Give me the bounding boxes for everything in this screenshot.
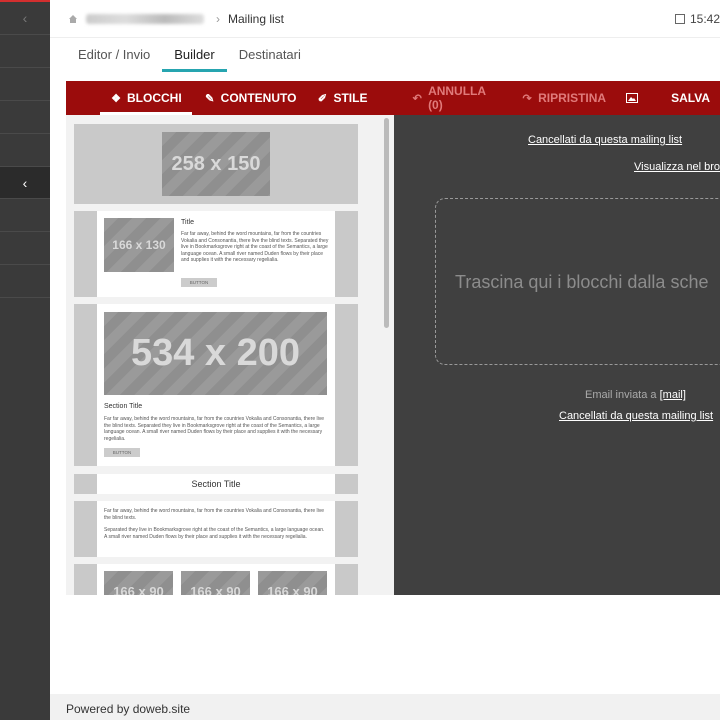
block-image-full[interactable]: 258 x 150 xyxy=(74,124,358,204)
block-text: Far far away, behind the word mountains,… xyxy=(104,416,325,442)
breadcrumb-current: Mailing list xyxy=(228,11,285,26)
drop-zone[interactable]: Trascina qui i blocchi dalla sche xyxy=(435,198,720,365)
sidebar-item-7[interactable] xyxy=(0,232,50,265)
block-inner: 534 x 200 Section Title Far far away, be… xyxy=(97,304,335,466)
tab-editor-invio[interactable]: Editor / Invio xyxy=(66,38,162,72)
salva-label: SALVA xyxy=(671,91,710,105)
blocks-scrollbar[interactable] xyxy=(384,118,389,328)
sidebar-item-1[interactable] xyxy=(0,35,50,68)
sidebar-item-8[interactable] xyxy=(0,265,50,298)
image-icon xyxy=(626,93,639,103)
contenuto-button[interactable]: ✎ CONTENUTO xyxy=(194,81,307,115)
stile-button[interactable]: ✐ STILE xyxy=(306,81,377,115)
breadcrumb: › Mailing list 15:42 xyxy=(50,0,720,38)
chevron-right-icon: › xyxy=(216,11,220,26)
block-inner: 166 x 130 Title Far far away, behind the… xyxy=(97,211,335,297)
image-button[interactable] xyxy=(616,81,653,115)
breadcrumb-blurred-item[interactable] xyxy=(86,13,204,24)
sidebar-item-active[interactable]: ‹ xyxy=(0,167,50,199)
builder-toolbar: ❖ BLOCCHI ✎ CONTENUTO ✐ STILE ↶ ANNULLA … xyxy=(66,81,720,115)
section-title: Section Title xyxy=(191,479,241,489)
block-text-para-1: Far far away, behind the word mountains,… xyxy=(104,508,325,521)
view-in-browser-link[interactable]: Visualizza nel brow xyxy=(634,161,720,173)
blocchi-button[interactable]: ❖ BLOCCHI xyxy=(100,81,192,115)
block-title: Title xyxy=(181,219,194,226)
home-icon[interactable] xyxy=(68,14,78,24)
placeholder-image: 166 x 90 xyxy=(258,571,327,595)
chevron-left-icon: ‹ xyxy=(22,174,28,191)
block-three-images[interactable]: 166 x 90 166 x 90 166 x 90 xyxy=(74,564,358,595)
block-text-para-2: Separated they live in Bookmarksgrove ri… xyxy=(104,527,325,540)
block-text[interactable]: Far far away, behind the word mountains,… xyxy=(74,501,358,557)
sent-to-label: Email inviata a xyxy=(585,389,657,401)
calendar-icon xyxy=(674,14,685,24)
cubes-icon: ❖ xyxy=(111,92,121,105)
datetime: 15:42 xyxy=(674,12,720,26)
salva-button[interactable]: SALVA xyxy=(661,81,720,115)
sidebar-item-6[interactable] xyxy=(0,199,50,232)
block-image-text[interactable]: 166 x 130 Title Far far away, behind the… xyxy=(74,211,358,297)
blocks-panel[interactable]: 258 x 150 166 x 130 Title Far far away, … xyxy=(66,115,394,595)
ripristina-button[interactable]: ↷ RIPRISTINA xyxy=(511,81,616,115)
mail-tag[interactable]: [mail] xyxy=(660,389,686,401)
email-canvas[interactable]: Cancellati da questa mailing list Visual… xyxy=(394,115,720,595)
tab-bar: Editor / Invio Builder Destinatari xyxy=(66,38,313,74)
powered-by-text: Powered by doweb.site xyxy=(66,702,191,716)
placeholder-image: 534 x 200 xyxy=(104,312,327,395)
undo-icon: ↶ xyxy=(412,92,422,105)
tab-destinatari[interactable]: Destinatari xyxy=(227,38,313,72)
tab-builder[interactable]: Builder xyxy=(162,38,227,72)
drop-zone-text: Trascina qui i blocchi dalla sche xyxy=(455,272,709,292)
unsubscribe-link-top[interactable]: Cancellati da questa mailing list xyxy=(528,134,682,146)
sidebar-item-3[interactable] xyxy=(0,101,50,134)
placeholder-image: 166 x 130 xyxy=(104,218,174,272)
block-inner: Section Title xyxy=(97,474,335,494)
block-section-title[interactable]: Section Title xyxy=(74,474,358,494)
chevron-left-icon: ‹ xyxy=(22,10,28,26)
placeholder-image: 258 x 150 xyxy=(162,132,270,196)
block-inner: Far far away, behind the word mountains,… xyxy=(97,501,335,557)
block-button: BUTTON xyxy=(181,278,217,287)
redo-icon: ↷ xyxy=(522,92,532,105)
unsubscribe-link-bottom[interactable]: Cancellati da questa mailing list xyxy=(559,410,713,422)
pencil-icon: ✎ xyxy=(205,92,215,105)
annulla-label: ANNULLA (0) xyxy=(428,84,486,112)
sidebar: ‹ ‹ xyxy=(0,0,50,720)
placeholder-image: 166 x 90 xyxy=(181,571,250,595)
block-text: Far far away, behind the word mountains,… xyxy=(181,231,329,263)
sidebar-collapse-button[interactable]: ‹ xyxy=(0,2,50,35)
sidebar-item-4[interactable] xyxy=(0,134,50,167)
ripristina-label: RIPRISTINA xyxy=(538,91,607,105)
stile-label: STILE xyxy=(333,91,368,105)
sidebar-item-2[interactable] xyxy=(0,68,50,101)
footer: Powered by doweb.site xyxy=(50,694,720,720)
block-title: Section Title xyxy=(104,403,143,410)
annulla-button[interactable]: ↶ ANNULLA (0) xyxy=(401,81,511,115)
block-button: BUTTON xyxy=(104,448,140,457)
contenuto-label: CONTENUTO xyxy=(220,91,297,105)
time-label: 15:42 xyxy=(689,12,720,26)
block-inner: 166 x 90 166 x 90 166 x 90 xyxy=(97,564,335,595)
placeholder-image: 166 x 90 xyxy=(104,571,173,595)
sent-to-text: Email inviata a [mail] xyxy=(585,389,686,401)
block-wide-image[interactable]: 534 x 200 Section Title Far far away, be… xyxy=(74,304,358,466)
brush-icon: ✐ xyxy=(317,92,328,105)
blocchi-label: BLOCCHI xyxy=(127,91,182,105)
